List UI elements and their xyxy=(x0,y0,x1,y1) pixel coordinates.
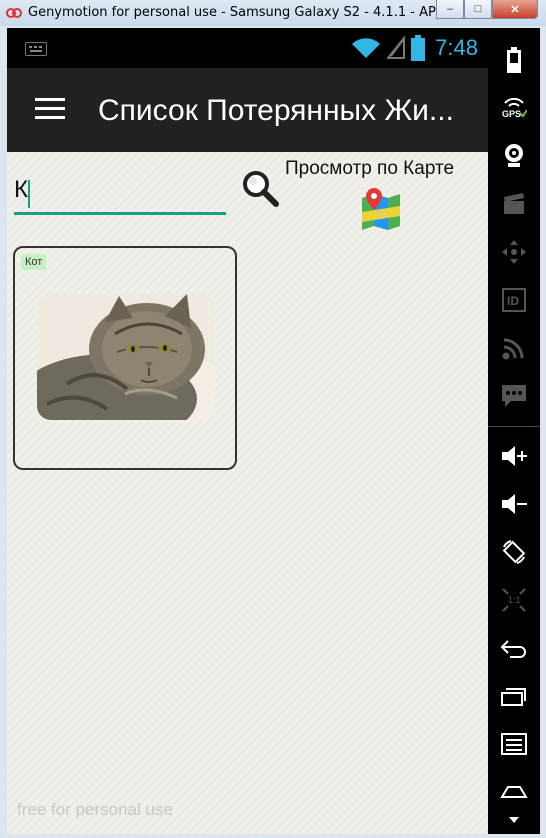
dpad-icon[interactable] xyxy=(488,234,540,270)
map-view-label[interactable]: Просмотр по Карте xyxy=(285,158,454,180)
app-bar: Список Потерянных Жи... xyxy=(7,68,488,152)
cast-icon[interactable] xyxy=(488,330,540,366)
pet-card[interactable]: Кот xyxy=(13,246,237,470)
hamburger-menu-icon[interactable] xyxy=(35,98,65,120)
page-title: Список Потерянных Жи... xyxy=(98,94,454,127)
watermark: free for personal use xyxy=(17,800,173,819)
battery-icon[interactable] xyxy=(488,42,540,78)
pet-type-badge: Кот xyxy=(21,254,47,270)
sidebar-divider xyxy=(488,426,540,427)
clock: 7:48 xyxy=(435,35,478,60)
volume-down-icon[interactable] xyxy=(488,486,540,522)
search-input[interactable]: К xyxy=(14,176,226,215)
keyboard-icon xyxy=(25,42,47,56)
minimize-button[interactable]: – xyxy=(436,0,464,19)
text-caret xyxy=(28,180,30,208)
pixel-label: 1:1 xyxy=(508,595,521,605)
search-input-value: К xyxy=(14,176,28,203)
search-icon[interactable] xyxy=(240,168,280,208)
maximize-button[interactable]: □ xyxy=(464,0,492,19)
window-titlebar[interactable]: Genymotion for personal use - Samsung Ga… xyxy=(0,0,546,27)
cat-photo xyxy=(37,294,214,420)
rotate-icon[interactable] xyxy=(488,534,540,570)
gps-label: GPS xyxy=(502,109,521,119)
close-button[interactable]: ✕ xyxy=(492,0,538,19)
genymotion-logo-icon xyxy=(6,8,22,18)
signal-icon xyxy=(387,36,406,59)
volume-up-icon[interactable] xyxy=(488,438,540,474)
battery-icon xyxy=(411,35,426,61)
status-bar: 7:48 xyxy=(7,28,488,68)
back-icon[interactable] xyxy=(488,630,540,666)
gps-icon[interactable]: GPS xyxy=(488,90,540,126)
android-screen: 7:48 Список Потерянных Жи... К Просмотр … xyxy=(7,28,488,834)
recent-apps-icon[interactable] xyxy=(488,678,540,714)
clapperboard-icon[interactable] xyxy=(488,186,540,222)
expand-arrow-icon[interactable] xyxy=(488,808,540,832)
map-icon[interactable] xyxy=(360,186,402,230)
menu-icon[interactable] xyxy=(488,726,540,762)
message-icon[interactable] xyxy=(488,378,540,414)
pixel-perfect-icon[interactable]: 1:1 xyxy=(488,582,540,618)
id-label: ID xyxy=(507,294,519,308)
webcam-icon[interactable] xyxy=(488,138,540,174)
home-icon[interactable] xyxy=(488,774,540,810)
wifi-icon xyxy=(352,38,381,58)
id-icon[interactable]: ID xyxy=(488,282,540,318)
emulator-sidebar: GPS ID 1:1 xyxy=(488,28,540,834)
